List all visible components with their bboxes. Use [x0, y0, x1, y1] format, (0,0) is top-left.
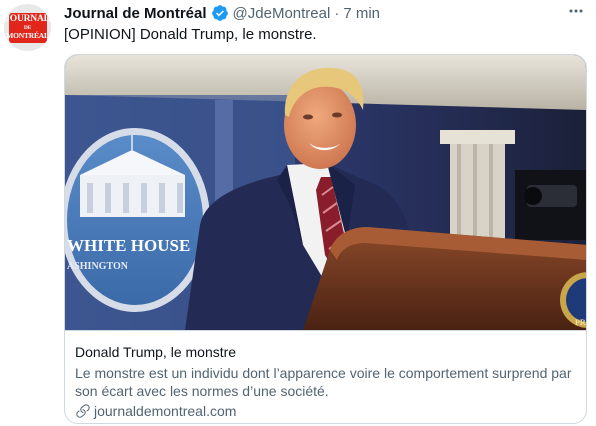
tweet-header: Journal de Montréal @JdeMontreal · 7 min — [64, 3, 584, 23]
article-image: WHITE HOUSE ASHINGTON PR — [65, 55, 587, 330]
journal-de-montreal-logo: JOURNAL DE MONTRÉAL — [5, 12, 50, 43]
link-icon — [76, 404, 90, 418]
card-domain[interactable]: journaldemontreal.com — [75, 402, 578, 420]
separator: · — [334, 4, 340, 22]
link-card[interactable]: WHITE HOUSE ASHINGTON PR Donald Trump, l… — [64, 54, 587, 424]
presidential-seal-text: PRESID — [575, 318, 587, 327]
display-name[interactable]: Journal de Montréal — [64, 5, 207, 22]
card-title[interactable]: Donald Trump, le monstre — [75, 343, 578, 361]
verified-badge-icon — [211, 4, 229, 22]
avatar[interactable]: JOURNAL DE MONTRÉAL — [4, 4, 51, 51]
card-domain-text[interactable]: journaldemontreal.com — [94, 402, 236, 420]
tweet[interactable]: JOURNAL DE MONTRÉAL Journal de Montréal … — [0, 0, 596, 426]
timestamp[interactable]: 7 min — [343, 5, 380, 22]
washington-sign-text: ASHINGTON — [67, 261, 129, 272]
tweet-text: [OPINION] Donald Trump, le monstre. — [64, 26, 317, 43]
handle[interactable]: @JdeMontreal — [233, 5, 331, 22]
more-options-icon[interactable] — [568, 3, 584, 22]
card-description: Le monstre est un individu dont l’appare… — [75, 365, 572, 399]
white-house-sign-text: WHITE HOUSE — [67, 236, 190, 255]
card-body[interactable]: Donald Trump, le monstre Le monstre est … — [65, 330, 586, 423]
